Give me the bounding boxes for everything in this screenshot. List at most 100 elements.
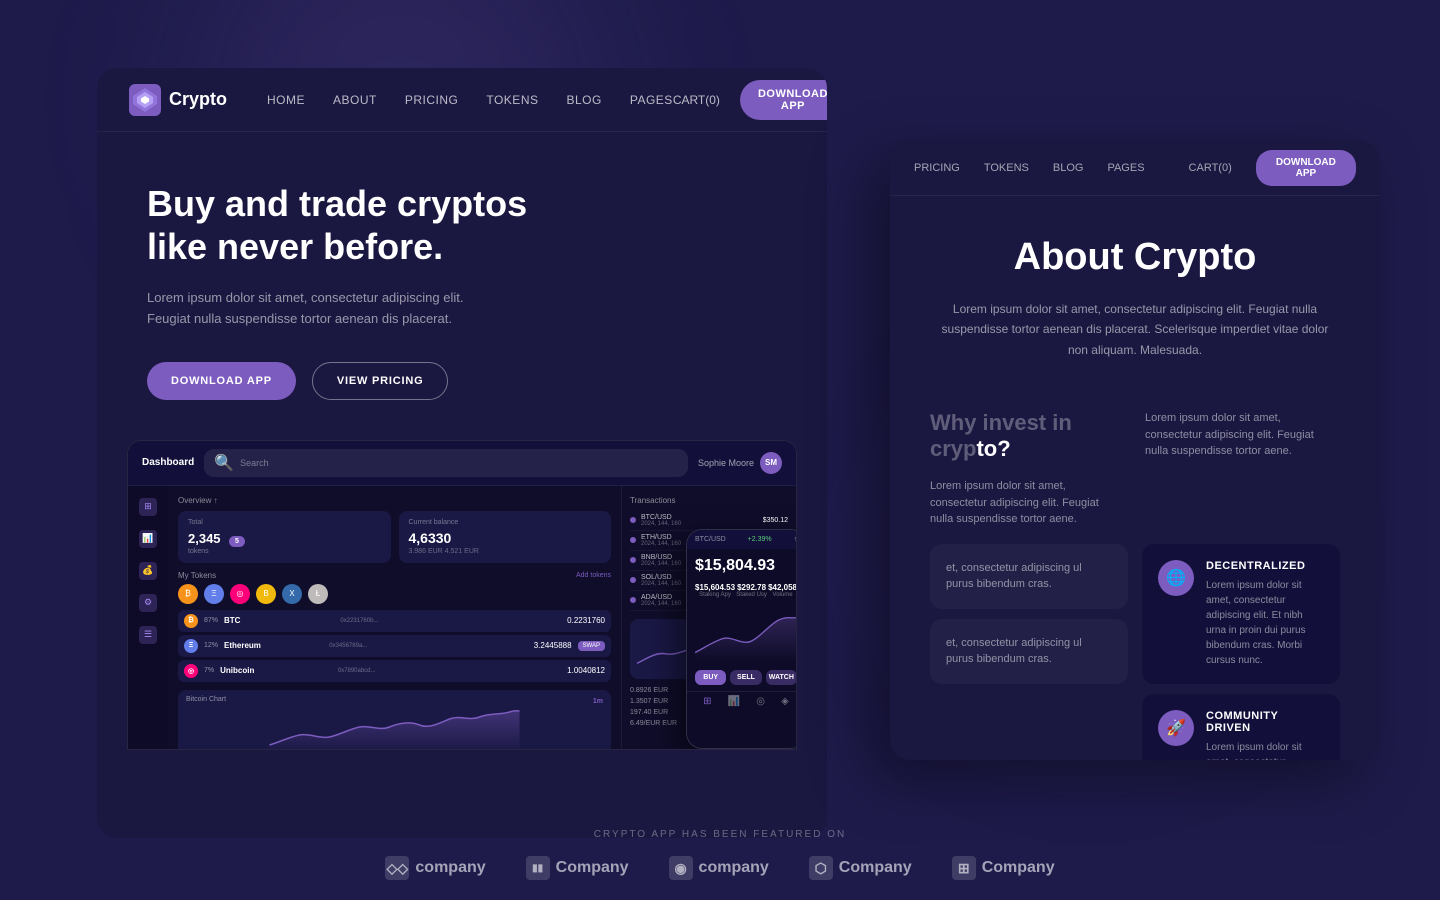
balance-label: Current balance (409, 519, 602, 526)
token-icon-eth[interactable]: Ξ (204, 584, 224, 604)
sidebar-home-icon[interactable]: ⊞ (139, 498, 157, 516)
nav-about[interactable]: ABOUT (333, 93, 377, 107)
right-nav-pages[interactable]: PAGES (1107, 162, 1144, 174)
trans-info-1: BTC/USD 2024, 144, 160 (641, 514, 758, 527)
phone-nav-home-icon[interactable]: ⊞ (703, 696, 711, 707)
buy-button[interactable]: BUY (695, 670, 726, 685)
token-icon-xrp[interactable]: X (282, 584, 302, 604)
hero-title: Buy and trade cryptos like never before. (147, 182, 567, 268)
right-panel: PRICING TOKENS BLOG PAGES CART(0) DOWNLO… (890, 140, 1380, 760)
right-cart[interactable]: CART(0) (1189, 162, 1232, 174)
nav-home[interactable]: HOME (267, 93, 305, 107)
hero-buttons: DOWNLOAD APP VIEW PRICING (147, 362, 777, 400)
logo-area[interactable]: Crypto (129, 84, 227, 116)
uni-addr: 0x7890abcd... (338, 668, 561, 674)
why-right-text: Lorem ipsum dolor sit amet, consectetur … (1145, 410, 1340, 460)
tokens-header: My Tokens Add tokens (178, 571, 611, 580)
btc-addr: 0x2231760b... (340, 618, 561, 624)
download-app-hero-button[interactable]: DOWNLOAD APP (147, 362, 296, 400)
chart-label: Bitcoin Chart (186, 696, 226, 703)
company-5-icon: ⊞ (952, 856, 976, 880)
right-navbar: PRICING TOKENS BLOG PAGES CART(0) DOWNLO… (890, 140, 1380, 196)
company-3: ◉ company (669, 856, 769, 880)
tokens-section: My Tokens Add tokens ₿ Ξ ◎ B X Ł ₿ (178, 571, 611, 682)
eth-icon: Ξ (184, 639, 198, 653)
swap-button[interactable]: SWAP (578, 641, 605, 651)
stat-label-1: Total (188, 519, 381, 526)
phone-balance: $15,804.93 (687, 549, 797, 583)
navbar: Crypto HOME ABOUT PRICING TOKENS BLOG PA… (97, 68, 827, 132)
view-pricing-button[interactable]: VIEW PRICING (312, 362, 449, 400)
sidebar-wallet-icon[interactable]: 💰 (139, 562, 157, 580)
nav-right: CART(0) DOWNLOAD APP (673, 80, 827, 120)
sidebar-chart-icon[interactable]: 📊 (139, 530, 157, 548)
left-card-1: et, consectetur adipiscing ul purus bibe… (930, 544, 1128, 609)
right-nav-blog[interactable]: BLOG (1053, 162, 1084, 174)
stat-card-1: Total 2,345 5 tokens (178, 511, 391, 563)
trans-dot-5 (630, 597, 636, 603)
community-icon: 🚀 (1158, 710, 1194, 746)
trans-dot-2 (630, 537, 636, 543)
search-icon: 🔍 (214, 453, 234, 473)
nav-blog[interactable]: BLOG (566, 93, 601, 107)
phone-mockup: BTC/USD +2.39% ↑ $15,804.93 $15,604.53 S… (686, 529, 797, 749)
dashboard-search[interactable]: 🔍 Search (204, 449, 688, 477)
phone-sub-1: $15,604.53 Staking Apy (695, 583, 735, 598)
eth-val: 3.2445888 (534, 641, 572, 650)
right-nav-pricing[interactable]: PRICING (914, 162, 960, 174)
download-app-button[interactable]: DOWNLOAD APP (740, 80, 827, 120)
company-2: ▮▮ Company (526, 856, 629, 880)
token-icon-btc[interactable]: ₿ (178, 584, 198, 604)
decentralized-desc: Lorem ipsum dolor sit amet, consectetur … (1206, 578, 1324, 668)
decentralized-icon: 🌐 (1158, 560, 1194, 596)
hero-description: Lorem ipsum dolor sit amet, consectetur … (147, 288, 467, 330)
why-title: Why invest in crypto? (930, 410, 1125, 462)
phone-change: +2.39% (748, 536, 772, 543)
phone-nav-wallet-icon[interactable]: ◎ (756, 696, 765, 707)
right-cards: 🌐 DECENTRALIZED Lorem ipsum dolor sit am… (1142, 544, 1340, 760)
decentralized-content: DECENTRALIZED Lorem ipsum dolor sit amet… (1206, 560, 1324, 668)
nav-links: HOME ABOUT PRICING TOKENS BLOG PAGES (267, 93, 673, 107)
phone-header: BTC/USD +2.39% ↑ (687, 530, 797, 549)
feature-card-community: 🚀 COMMUNITY DRIVEN Lorem ipsum dolor sit… (1142, 694, 1340, 760)
stat-value-1: 2,345 5 tokens (188, 530, 381, 555)
token-row-eth: Ξ 12% Ethereum 0x3456789a... 3.2445888 S… (178, 635, 611, 657)
trans-row-1: BTC/USD 2024, 144, 160 $350.12 (630, 511, 788, 531)
cart-count[interactable]: CART(0) (673, 93, 720, 107)
sidebar-settings-icon[interactable]: ⚙ (139, 594, 157, 612)
token-icon-ltc[interactable]: Ł (308, 584, 328, 604)
watch-button[interactable]: WATCH (766, 670, 797, 685)
nav-pages[interactable]: PAGES (630, 93, 673, 107)
token-icon-uni[interactable]: ◎ (230, 584, 250, 604)
company-logos: ◇◇ company ▮▮ Company ◉ company ⬡ Compan… (470, 856, 970, 880)
chart-period[interactable]: 1m (593, 698, 603, 705)
phone-sub-3: $42,058 Volume (768, 583, 797, 598)
nav-tokens[interactable]: TOKENS (486, 93, 538, 107)
about-section: About Crypto Lorem ipsum dolor sit amet,… (890, 196, 1380, 410)
user-avatar: SM (760, 452, 782, 474)
add-token-button[interactable]: Add tokens (576, 572, 611, 579)
token-list: ₿ 87% BTC 0x2231760b... 0.2231760 Ξ 12% … (178, 610, 611, 682)
hero-section: Buy and trade cryptos like never before.… (97, 132, 827, 400)
tokens-title: My Tokens (178, 571, 216, 580)
right-download-button[interactable]: DOWNLOAD APP (1256, 150, 1356, 186)
company-3-icon: ◉ (669, 856, 693, 880)
sell-button[interactable]: SELL (730, 670, 761, 685)
company-1: ◇◇ company (385, 856, 485, 880)
trans-dot (630, 517, 636, 523)
right-nav-tokens[interactable]: TOKENS (984, 162, 1029, 174)
company-5: ⊞ Company (952, 856, 1055, 880)
sidebar-grid-icon[interactable]: ☰ (139, 626, 157, 644)
featured-section: CRYPTO APP HAS BEEN FEATURED ON ◇◇ compa… (470, 829, 970, 880)
token-icon-bnb[interactable]: B (256, 584, 276, 604)
dashboard-sidebar: ⊞ 📊 💰 ⚙ ☰ (128, 486, 168, 750)
dashboard-user: Sophie Moore SM (698, 452, 782, 474)
nav-pricing[interactable]: PRICING (405, 93, 459, 107)
phone-nav-bell-icon[interactable]: ◈ (781, 696, 789, 707)
btc-val: 0.2231760 (567, 616, 605, 625)
uni-name: Unibcoin (220, 666, 332, 675)
phone-nav-chart-icon[interactable]: 📊 (728, 696, 740, 707)
left-cards: et, consectetur adipiscing ul purus bibe… (930, 544, 1128, 760)
eth-pct: 12% (204, 642, 218, 649)
phone-actions: BUY SELL WATCH (687, 664, 797, 691)
